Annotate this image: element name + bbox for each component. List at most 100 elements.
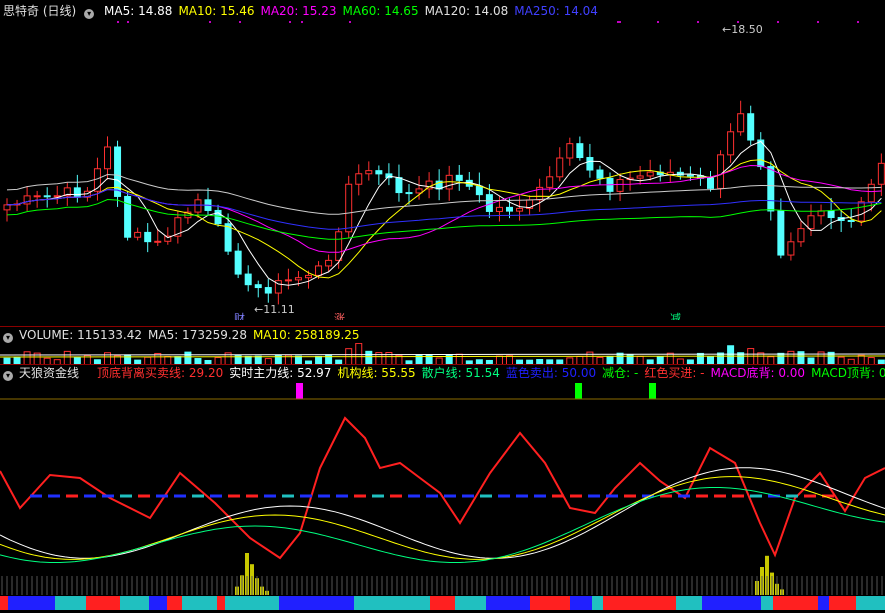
candle-body <box>847 220 855 223</box>
trend-strip-segment <box>676 596 702 610</box>
trend-strip-segment <box>530 596 545 610</box>
candle-body <box>636 175 644 179</box>
candle-body <box>566 143 574 159</box>
indicator-legend-item-5: 减仓: - <box>602 366 639 380</box>
ma-line <box>6 173 882 215</box>
indicator-header: ▾ 天狼资金线 顶底背离买卖线: 29.20 实时主力线: 52.97 机构线: 55.… <box>0 364 885 382</box>
trend-strip-segment <box>653 596 676 610</box>
low-price-label: ←11.11 <box>254 303 295 316</box>
volume-settings-circle-icon[interactable]: ▾ <box>3 333 13 343</box>
candle-body <box>596 169 604 179</box>
candle-body <box>33 195 41 198</box>
trend-strip-segment <box>55 596 86 610</box>
candle-body <box>43 195 51 198</box>
candle-body <box>284 279 292 282</box>
trend-strip-segment <box>242 596 279 610</box>
volume-bar <box>63 350 71 365</box>
trend-strip-segment <box>497 596 518 610</box>
signal-dot <box>697 21 699 23</box>
candle-body <box>325 259 333 267</box>
candle-body <box>516 207 524 212</box>
trend-strip-segment <box>293 596 322 610</box>
trend-strip-segment <box>796 596 818 610</box>
trend-strip-segment <box>545 596 557 610</box>
candle-body <box>23 195 31 205</box>
signal-block <box>575 383 582 399</box>
trend-strip-segment <box>818 596 829 610</box>
trend-strip-segment <box>616 596 628 610</box>
main-force-red-line <box>0 416 885 560</box>
ma-line <box>6 140 882 286</box>
indicator-legend-item-4: 蓝色卖出: 50.00 <box>505 366 597 380</box>
trend-strip-segment <box>518 596 530 610</box>
candle-body <box>506 206 513 212</box>
institution-line <box>0 476 885 560</box>
event-tag: 减 <box>670 312 681 320</box>
trend-strip-segment <box>25 596 55 610</box>
trend-strip-segment <box>120 596 133 610</box>
candle-body <box>194 199 202 213</box>
trend-strip-segment <box>217 596 225 610</box>
signal-dot <box>349 21 351 23</box>
candle-body <box>797 228 805 243</box>
volume-legend-item-2: MA10: 258189.25 <box>252 328 360 342</box>
candle-body <box>234 250 242 275</box>
indicator-title[interactable]: 天狼资金线 <box>19 366 79 380</box>
candle-body <box>556 157 564 178</box>
candle-body <box>104 146 111 170</box>
candle-body <box>134 231 142 238</box>
trend-strip-segment <box>856 596 885 610</box>
candle-body <box>315 265 323 276</box>
trend-strip-segment <box>455 596 486 610</box>
trend-strip-segment <box>133 596 149 610</box>
candle-body <box>877 162 885 185</box>
trend-strip-segment <box>570 596 592 610</box>
candle-body <box>707 177 714 189</box>
candle-body <box>857 201 865 222</box>
trend-strip-segment <box>628 596 653 610</box>
volume-bar <box>727 345 735 365</box>
candle-body <box>737 113 745 133</box>
candle-body <box>576 143 584 159</box>
candle-body <box>345 183 353 233</box>
volume-legend: VOLUME: 115133.42 MA5: 173259.28 MA10: 258… <box>19 328 366 342</box>
volume-bar <box>747 348 755 365</box>
trend-strip-segment <box>225 596 242 610</box>
signal-dot <box>817 21 819 23</box>
volume-legend-item-1: MA5: 173259.28 <box>148 328 247 342</box>
trend-strip-segment <box>322 596 354 610</box>
candle-body <box>3 204 11 211</box>
signal-dot <box>619 21 621 23</box>
indicator-chart[interactable] <box>0 383 885 613</box>
signal-dot <box>117 21 119 23</box>
signal-dot <box>239 21 241 23</box>
candle-body <box>686 174 694 177</box>
trend-strip-segment <box>149 596 167 610</box>
price-chart[interactable]: ←18.50 ←11.11 财 涨 减 <box>0 0 885 320</box>
trend-strip-segment <box>182 596 217 610</box>
candle-body <box>747 113 755 141</box>
candle-body <box>616 179 624 192</box>
signal-dot <box>617 21 619 23</box>
candle-body <box>305 274 312 279</box>
candle-body <box>154 240 162 243</box>
candle-body <box>827 210 835 219</box>
candle-body <box>264 287 272 294</box>
indicator-settings-circle-icon[interactable]: ▾ <box>3 371 13 381</box>
volume-chart[interactable] <box>0 343 885 365</box>
candle-body <box>586 157 594 171</box>
candle-body <box>114 146 122 197</box>
indicator-legend: 顶底背离买卖线: 29.20 实时主力线: 52.97 机构线: 55.55 散户线:… <box>97 366 885 380</box>
candle-body <box>395 177 403 194</box>
signal-dot <box>289 21 291 23</box>
volume-legend-item-0: VOLUME: 115133.42 <box>19 328 142 342</box>
indicator-legend-item-0: 顶底背离买卖线: 29.20 <box>97 366 224 380</box>
candle-body <box>335 231 343 261</box>
indicator-legend-item-8: MACD顶背: 0.00 <box>811 366 885 380</box>
candle-body <box>495 206 503 212</box>
signal-dot <box>857 21 859 23</box>
candle-body <box>244 273 252 286</box>
candle-body <box>355 173 363 185</box>
realtime-main-line <box>0 467 885 559</box>
indicator-legend-item-7: MACD底背: 0.00 <box>710 366 806 380</box>
